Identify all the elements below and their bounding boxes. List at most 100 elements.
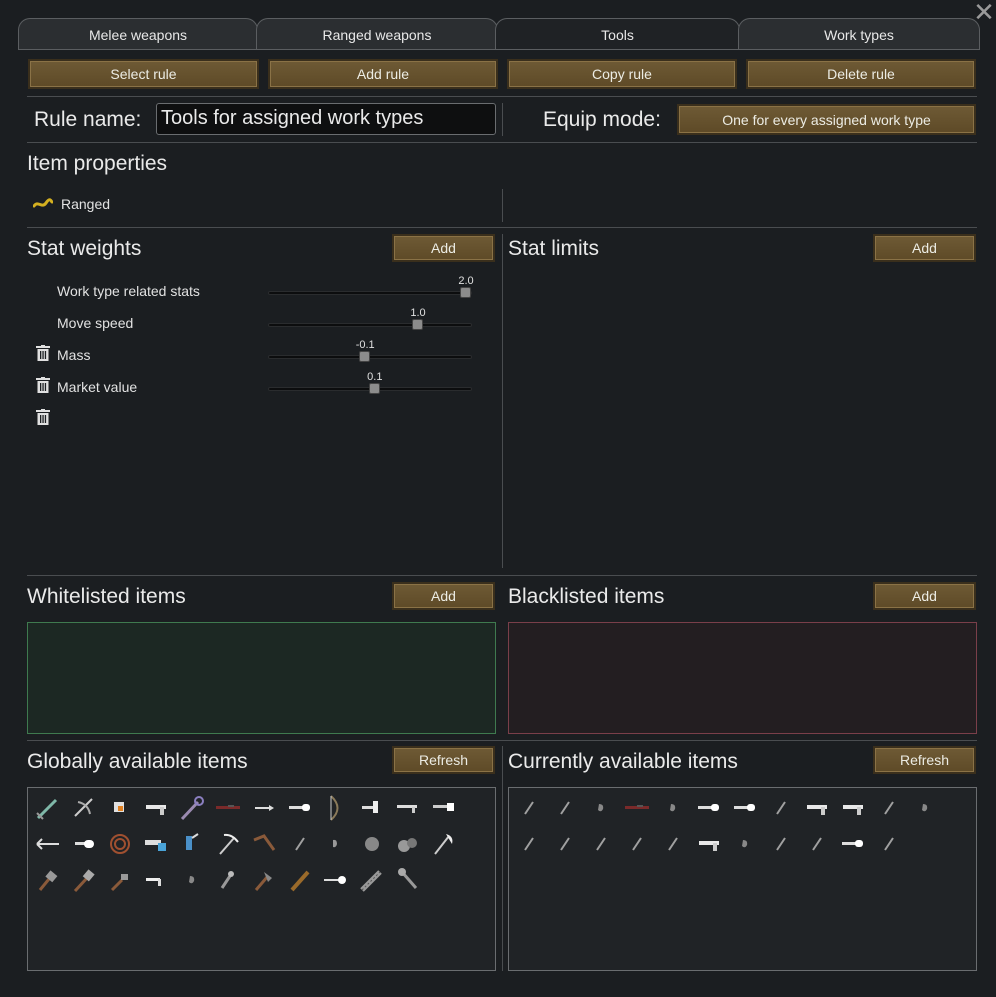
club-icon[interactable] [282, 862, 318, 898]
pebble-icon[interactable] [583, 790, 619, 826]
pistol-icon[interactable] [835, 790, 871, 826]
knife-icon[interactable] [871, 790, 907, 826]
hatchet-icon[interactable] [246, 862, 282, 898]
trash-icon[interactable] [36, 377, 50, 393]
axe-icon[interactable] [426, 826, 462, 862]
stat-label: Mass [57, 347, 91, 363]
divider [27, 96, 977, 97]
shotgun-icon[interactable] [691, 790, 727, 826]
close-icon[interactable]: ✕ [972, 0, 996, 25]
trash-icon[interactable] [36, 409, 50, 425]
current-items-box [508, 787, 977, 971]
select-rule-button[interactable]: Select rule [28, 59, 259, 89]
copy-rule-button[interactable]: Copy rule [507, 59, 737, 89]
stat-slider[interactable] [268, 323, 472, 327]
knife-icon[interactable] [799, 826, 835, 862]
add-whitelist-button[interactable]: Add [392, 582, 495, 610]
add-stat-weight-button[interactable]: Add [392, 234, 495, 262]
knife-icon[interactable] [511, 790, 547, 826]
pebble-icon[interactable] [174, 862, 210, 898]
whitelisted-items-title: Whitelisted items [27, 585, 186, 608]
slider-handle[interactable] [368, 383, 380, 394]
rule-name-input[interactable]: Tools for assigned work types [156, 103, 496, 135]
pick-arrow-icon[interactable] [30, 826, 66, 862]
mallet-icon[interactable] [30, 862, 66, 898]
warhammer-icon[interactable] [66, 862, 102, 898]
whitelist-box[interactable] [27, 622, 496, 734]
knife-icon[interactable] [583, 826, 619, 862]
divider [27, 575, 977, 576]
item-property-ranged[interactable]: Ranged [61, 196, 110, 212]
tab-tools[interactable]: Tools [495, 18, 740, 50]
blue-tool-icon[interactable] [174, 826, 210, 862]
stat-slider[interactable] [268, 291, 472, 295]
stat-value: 0.1 [367, 371, 383, 383]
pebble-icon[interactable] [727, 826, 763, 862]
ball-icon[interactable] [354, 826, 390, 862]
drill-icon[interactable] [102, 790, 138, 826]
knife-icon[interactable] [763, 790, 799, 826]
blaster-icon[interactable] [138, 826, 174, 862]
add-stat-limit-button[interactable]: Add [873, 234, 976, 262]
knife-icon[interactable] [547, 790, 583, 826]
ranged-icon [32, 197, 54, 211]
bow-icon[interactable] [318, 790, 354, 826]
knife-icon[interactable] [871, 826, 907, 862]
shotgun-icon[interactable] [727, 790, 763, 826]
add-rule-button[interactable]: Add rule [268, 59, 498, 89]
rifle-icon[interactable] [619, 790, 655, 826]
slider-handle[interactable] [412, 319, 423, 330]
knife-icon[interactable] [511, 826, 547, 862]
knife-icon[interactable] [763, 826, 799, 862]
refresh-global-button[interactable]: Refresh [392, 746, 495, 774]
smg-icon[interactable] [390, 790, 426, 826]
pickaxe-icon[interactable] [210, 826, 246, 862]
blacklisted-items-title: Blacklisted items [508, 585, 665, 608]
delete-rule-button[interactable]: Delete rule [746, 59, 976, 89]
divider [27, 142, 977, 143]
trash-icon[interactable] [36, 345, 50, 361]
shotgun-icon[interactable] [282, 790, 318, 826]
sword-icon[interactable] [30, 790, 66, 826]
pebble-icon[interactable] [655, 790, 691, 826]
launcher-icon[interactable] [426, 790, 462, 826]
knife-icon[interactable] [655, 826, 691, 862]
tab-ranged-weapons[interactable]: Ranged weapons [256, 18, 498, 50]
tab-work-types[interactable]: Work types [738, 18, 980, 50]
wrench-icon[interactable] [210, 862, 246, 898]
wrench-large-icon[interactable] [390, 862, 426, 898]
rock-pile-icon[interactable] [390, 826, 426, 862]
pistol-icon[interactable] [138, 790, 174, 826]
sledge-icon[interactable] [102, 862, 138, 898]
rifle-icon[interactable] [210, 790, 246, 826]
dart-icon[interactable] [246, 790, 282, 826]
add-blacklist-button[interactable]: Add [873, 582, 976, 610]
hammer-gun-icon[interactable] [354, 790, 390, 826]
knife-icon[interactable] [619, 826, 655, 862]
chainsaw-icon[interactable] [354, 862, 390, 898]
spear-gun-icon[interactable] [318, 862, 354, 898]
equip-mode-button[interactable]: One for every assigned work type [677, 104, 976, 135]
revolver-icon[interactable] [138, 862, 174, 898]
whip-icon[interactable] [102, 826, 138, 862]
global-items-box [27, 787, 496, 971]
knife-icon[interactable] [547, 826, 583, 862]
crossbow-icon[interactable] [66, 790, 102, 826]
slider-handle[interactable] [359, 351, 371, 362]
pistol-icon[interactable] [691, 826, 727, 862]
slider-handle[interactable] [460, 287, 471, 298]
divider [502, 103, 503, 136]
pistol-icon[interactable] [799, 790, 835, 826]
refresh-current-button[interactable]: Refresh [873, 746, 976, 774]
knife-icon[interactable] [282, 826, 318, 862]
blacklist-box[interactable] [508, 622, 977, 734]
shotgun-icon[interactable] [835, 826, 871, 862]
staff-icon[interactable] [174, 790, 210, 826]
stone-icon[interactable] [318, 826, 354, 862]
gun-icon[interactable] [66, 826, 102, 862]
tab-melee-weapons[interactable]: Melee weapons [18, 18, 258, 50]
stat-value: 2.0 [458, 275, 474, 287]
pebble-icon[interactable] [907, 790, 943, 826]
boomerang-icon[interactable] [246, 826, 282, 862]
stat-label: Move speed [57, 315, 134, 331]
